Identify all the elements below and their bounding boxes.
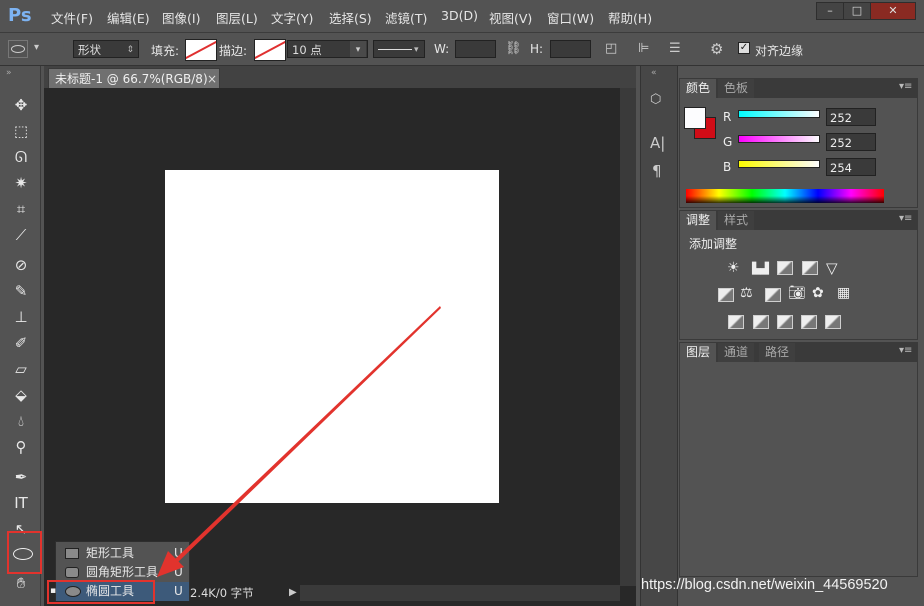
annotation-arrow-shaft — [174, 306, 441, 563]
watermark: https://blog.csdn.net/weixin_44569520 — [641, 577, 888, 593]
annotation-arrow — [157, 306, 441, 577]
